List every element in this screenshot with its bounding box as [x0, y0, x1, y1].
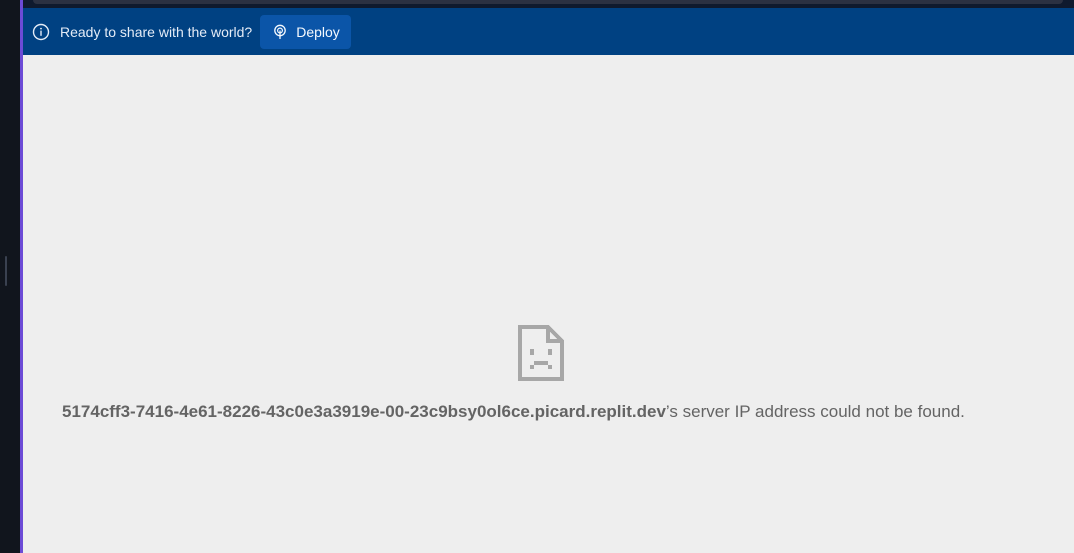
deploy-banner: Ready to share with the world? Deploy	[23, 8, 1074, 55]
webview-content: 5174cff3-7416-4e61-8226-43c0e3a3919e-00-…	[23, 55, 1074, 553]
left-rail	[0, 0, 20, 553]
deploy-icon	[272, 24, 288, 40]
error-message: 5174cff3-7416-4e61-8226-43c0e3a3919e-00-…	[62, 402, 965, 422]
error-hostname: 5174cff3-7416-4e61-8226-43c0e3a3919e-00-…	[62, 402, 666, 421]
banner-message: Ready to share with the world?	[60, 23, 253, 40]
info-icon	[32, 23, 50, 41]
address-bar-edge	[33, 0, 1063, 4]
error-message-suffix: ’s server IP address could not be found.	[665, 402, 965, 421]
deploy-button-label: Deploy	[296, 23, 340, 40]
deploy-button[interactable]: Deploy	[260, 14, 351, 49]
sad-document-icon	[518, 325, 564, 381]
resize-handle[interactable]	[5, 256, 7, 286]
top-strip	[23, 0, 1074, 8]
